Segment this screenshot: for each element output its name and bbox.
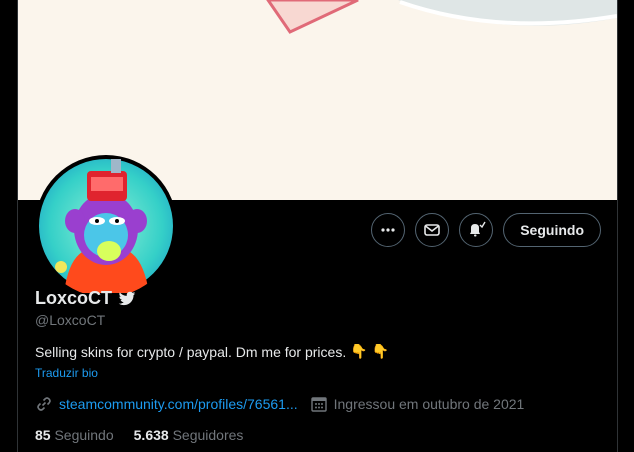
display-name-text: LoxcoCT: [35, 288, 113, 308]
translate-bio-link[interactable]: Traduzir bio: [35, 366, 98, 380]
profile-column: Seguindo LoxcoCT @LoxcoCT Selling skins …: [17, 0, 618, 452]
profile-stats: 85 Seguindo 5.638 Seguidores: [35, 427, 243, 443]
display-name: LoxcoCT: [35, 288, 136, 309]
followers-count: 5.638: [133, 427, 169, 443]
website-link[interactable]: steamcommunity.com/profiles/76561...: [59, 396, 298, 412]
following-stat[interactable]: 85 Seguindo: [35, 427, 114, 443]
followers-stat[interactable]: 5.638 Seguidores: [134, 427, 244, 443]
following-button[interactable]: Seguindo: [503, 213, 601, 247]
followers-label: Seguidores: [172, 427, 244, 443]
handle: @LoxcoCT: [35, 312, 106, 328]
more-icon: [381, 228, 395, 232]
bell-icon: [470, 221, 486, 237]
following-count: 85: [35, 427, 51, 443]
calendar-icon: [310, 397, 327, 412]
profile-avatar[interactable]: [35, 155, 177, 297]
bio: Selling skins for crypto / paypal. Dm me…: [35, 343, 389, 360]
profile-actions: Seguindo: [371, 213, 601, 247]
avatar-image: [39, 159, 173, 293]
following-button-label: Seguindo: [520, 222, 584, 238]
bio-text: Selling skins for crypto / paypal. Dm me…: [35, 343, 347, 360]
mail-icon: [424, 224, 441, 236]
profile-meta: steamcommunity.com/profiles/76561... Ing…: [35, 395, 524, 413]
following-label: Seguindo: [54, 427, 114, 443]
joined-date: Ingressou em outubro de 2021: [333, 396, 525, 412]
twitter-bird-icon: [118, 291, 136, 305]
message-button[interactable]: [415, 213, 450, 247]
notify-button[interactable]: [459, 213, 494, 247]
bio-emoji: 👇 👇: [350, 343, 389, 359]
link-icon: [37, 397, 51, 411]
more-button[interactable]: [371, 213, 406, 247]
